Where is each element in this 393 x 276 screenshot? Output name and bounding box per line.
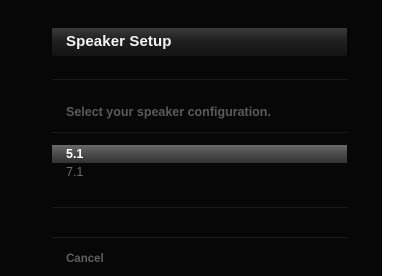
divider [52, 237, 347, 238]
dialog-prompt: Select your speaker configuration. [66, 105, 271, 119]
dialog-title: Speaker Setup [66, 33, 172, 50]
option-label: 5.1 [66, 147, 84, 161]
option-5-1[interactable]: 5.1 [52, 145, 347, 163]
divider [52, 132, 347, 133]
dialog-header: Speaker Setup [52, 28, 347, 56]
speaker-setup-screen: Speaker Setup Select your speaker config… [0, 0, 382, 276]
cancel-button[interactable]: Cancel [66, 253, 104, 265]
option-label: 7.1 [66, 165, 84, 179]
divider [52, 207, 347, 208]
divider [52, 79, 347, 80]
option-7-1[interactable]: 7.1 [52, 163, 347, 181]
